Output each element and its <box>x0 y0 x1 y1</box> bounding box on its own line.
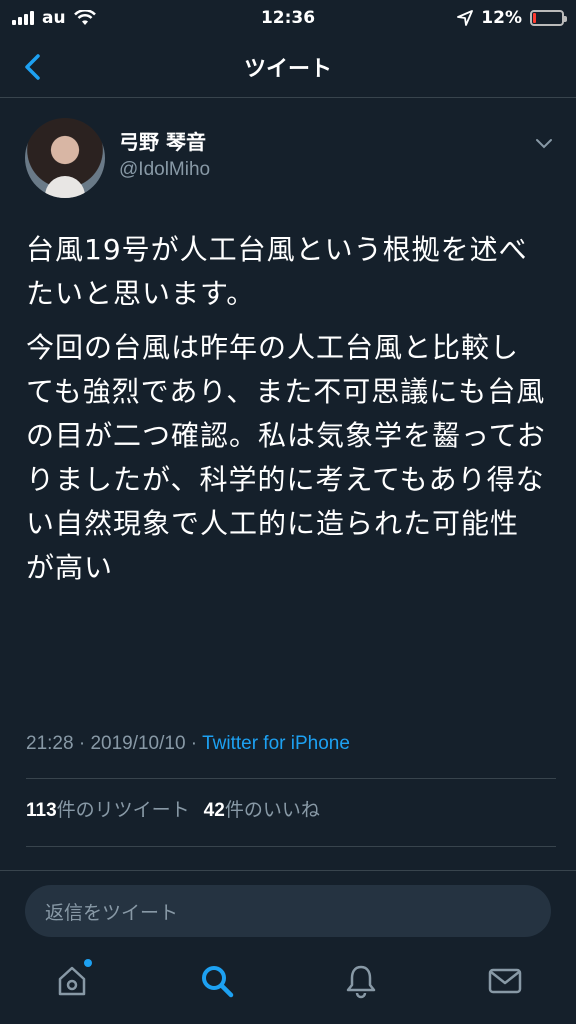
tweet-source-link[interactable]: Twitter for iPhone <box>202 733 350 754</box>
like-label: 件のいいね <box>224 799 320 821</box>
author-names: 弓野 琴音 @IdolMiho <box>119 128 210 198</box>
status-bar: au 12:36 12% <box>0 0 576 36</box>
reply-input[interactable]: 返信をツイート <box>25 885 551 937</box>
messages-icon[interactable] <box>485 961 525 1001</box>
battery-fill <box>533 13 537 23</box>
like-stat[interactable]: 42件のいいね <box>204 799 320 821</box>
home-icon[interactable] <box>52 959 92 1001</box>
retweet-count: 113 <box>26 800 57 821</box>
tweet-author[interactable]: 弓野 琴音 @IdolMiho <box>25 118 210 198</box>
tweet-meta: 21:28 · 2019/10/10 · Twitter for iPhone <box>26 730 556 758</box>
meta-separator-2: · <box>185 733 203 754</box>
battery-icon <box>530 10 567 26</box>
like-count: 42 <box>203 800 225 821</box>
divider <box>26 778 556 779</box>
search-icon[interactable] <box>197 961 237 1001</box>
location-arrow-icon <box>457 10 474 26</box>
tab-bar <box>0 959 576 1011</box>
nav-bar: ツイート <box>0 36 576 98</box>
status-right: 12% <box>457 8 567 28</box>
divider <box>26 846 556 847</box>
author-handle[interactable]: @IdolMiho <box>119 156 210 184</box>
tweet-paragraph-1: 台風19号が人工台風という根拠を述べたいと思います。 <box>26 233 528 310</box>
retweet-label: 件のリツイート <box>56 799 190 821</box>
retweet-stat[interactable]: 113件のリツイート <box>26 799 190 821</box>
wifi-icon <box>73 10 96 25</box>
tweet-text: 台風19号が人工台風という根拠を述べたいと思います。 今回の台風は昨年の人工台風… <box>26 228 546 600</box>
meta-separator-1: · <box>73 733 91 754</box>
notifications-icon[interactable] <box>341 961 381 1001</box>
tweet-time: 21:28 <box>26 733 74 754</box>
tweet-paragraph-2: 今回の台風は昨年の人工台風と比較しても強烈であり、また不可思議にも台風の目が二つ… <box>26 331 546 584</box>
status-left: au <box>12 8 96 28</box>
chevron-left-icon[interactable] <box>18 50 48 84</box>
signal-icon <box>12 11 34 25</box>
bottom-area: 返信をツイート <box>0 870 576 1024</box>
battery-percent: 12% <box>481 8 522 28</box>
tweet-date: 2019/10/10 <box>90 733 186 754</box>
author-display-name[interactable]: 弓野 琴音 <box>119 128 210 156</box>
carrier-label: au <box>42 8 66 28</box>
chevron-down-icon[interactable] <box>534 136 554 150</box>
reply-placeholder: 返信をツイート <box>45 901 179 924</box>
home-notification-dot <box>84 959 92 967</box>
tweet-stats: 113件のリツイート 42件のいいね <box>26 796 320 825</box>
avatar[interactable] <box>25 118 105 198</box>
page-title: ツイート <box>243 56 332 82</box>
